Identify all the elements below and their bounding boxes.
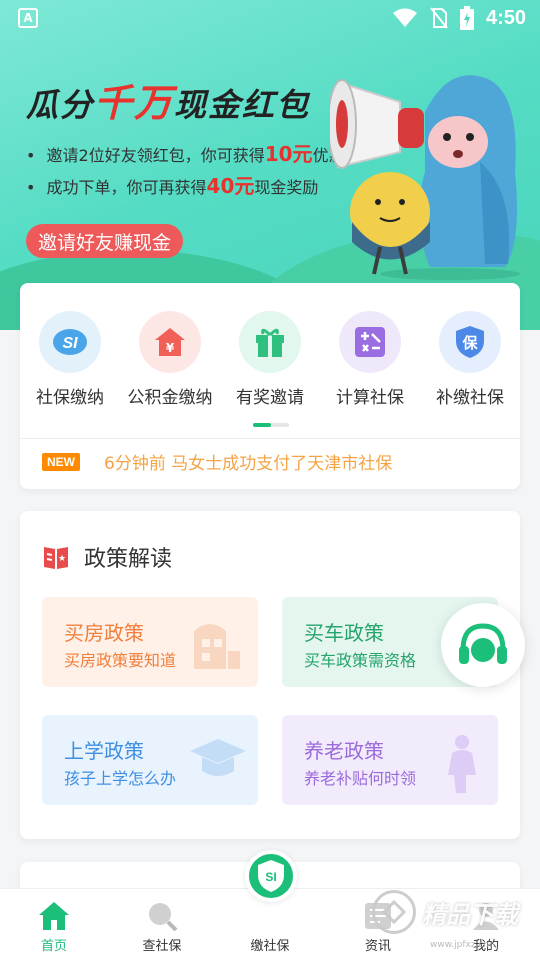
news-ticker[interactable]: NEW 6分钟前 马女士成功支付了天津市社保: [42, 449, 392, 474]
wifi-icon: [392, 8, 417, 27]
quick-menu-card: SI 社保缴纳 ¥ 公积金缴纳 有奖邀请 计算社保 保 补缴社保 NEW 6分钟…: [20, 283, 520, 489]
menu-item-social-security[interactable]: SI 社保缴纳: [20, 311, 120, 408]
supplement-pay-icon: 保: [439, 311, 501, 373]
policy-tile-school[interactable]: 上学政策 孩子上学怎么办: [42, 715, 258, 805]
nav-query[interactable]: 查社保: [108, 889, 216, 960]
menu-item-calculate[interactable]: 计算社保: [320, 311, 420, 408]
nav-label: 查社保: [142, 939, 182, 954]
customer-service-button[interactable]: [441, 603, 525, 687]
watermark-logo-icon: [372, 890, 416, 934]
watermark-url: www.jpfxz.cn: [430, 940, 490, 950]
svg-text:保: 保: [461, 334, 478, 352]
menu-label: 公积金缴纳: [127, 388, 213, 408]
gift-icon: [239, 311, 301, 373]
building-icon: [194, 624, 240, 669]
news-text: 6分钟前 马女士成功支付了天津市社保: [104, 454, 393, 474]
policy-tile-housing[interactable]: 买房政策 买房政策要知道: [42, 597, 258, 687]
clock: 4:50: [485, 6, 526, 29]
banner-bullet-order: 成功下单，你可再获得40元现金奖励: [26, 170, 319, 199]
nav-label: 缴社保: [250, 939, 290, 954]
home-icon: [39, 902, 69, 930]
tile-subtitle: 买车政策需资格: [304, 651, 417, 670]
menu-label: 计算社保: [336, 388, 404, 408]
menu-pager: [253, 423, 289, 427]
divider: [20, 438, 520, 439]
policy-tile-pension[interactable]: 养老政策 养老补贴何时领: [282, 715, 498, 805]
svg-text:SI: SI: [62, 335, 78, 352]
new-badge: NEW: [42, 452, 80, 471]
nav-label: 首页: [40, 939, 67, 954]
tile-subtitle: 孩子上学怎么办: [64, 769, 177, 788]
mascot-illustration: [330, 75, 520, 280]
tile-title: 上学政策: [64, 739, 144, 763]
menu-label: 有奖邀请: [236, 388, 304, 408]
menu-item-invite-reward[interactable]: 有奖邀请: [220, 311, 320, 408]
policy-header: ★ 政策解读: [42, 541, 172, 573]
social-security-icon: SI: [39, 311, 101, 373]
calculator-icon: [339, 311, 401, 373]
status-bar: A 4:50: [0, 0, 540, 36]
tile-title: 买车政策: [304, 621, 384, 645]
center-badge-text: SI: [265, 870, 276, 884]
site-watermark: 精品下载: [372, 890, 518, 934]
banner-bullet-invite: 邀请2位好友领红包，你可获得10元优惠券: [26, 138, 361, 167]
watermark-text: 精品下载: [422, 900, 518, 929]
tile-title: 养老政策: [304, 739, 384, 763]
quick-menu-row: SI 社保缴纳 ¥ 公积金缴纳 有奖邀请 计算社保 保 补缴社保: [20, 311, 520, 408]
menu-label: 补缴社保: [436, 388, 504, 408]
graduation-cap-icon: [190, 739, 246, 776]
house-fund-icon: ¥: [139, 311, 201, 373]
tile-subtitle: 养老补贴何时领: [304, 769, 417, 788]
menu-item-supplement[interactable]: 保 补缴社保: [420, 311, 520, 408]
shield-si-icon: SI: [258, 860, 284, 892]
svg-text:¥: ¥: [166, 341, 175, 355]
elderly-icon: [448, 735, 476, 793]
battery-icon: [459, 6, 474, 30]
menu-item-housing-fund[interactable]: ¥ 公积金缴纳: [120, 311, 220, 408]
notification-a-icon: A: [18, 8, 38, 28]
menu-label: 社保缴纳: [36, 388, 104, 408]
search-icon: [149, 903, 178, 931]
policy-title: 政策解读: [84, 547, 173, 572]
invite-friends-button[interactable]: 邀请好友赚现金: [26, 224, 184, 258]
no-sim-icon: [430, 7, 448, 29]
nav-home[interactable]: 首页: [0, 889, 108, 960]
policy-card: ★ 政策解读 买房政策 买房政策要知道 买车政策 买车政策需资格 上学政策 孩子…: [20, 511, 520, 839]
svg-text:★: ★: [58, 554, 66, 564]
tile-subtitle: 买房政策要知道: [64, 651, 177, 670]
policy-book-icon: ★: [44, 547, 68, 569]
pay-social-security-button[interactable]: SI: [245, 850, 297, 902]
headset-icon: [459, 623, 507, 664]
banner-title: 瓜分千万现金红包: [26, 81, 311, 125]
nav-label: 资讯: [364, 939, 391, 954]
tile-title: 买房政策: [64, 621, 144, 645]
